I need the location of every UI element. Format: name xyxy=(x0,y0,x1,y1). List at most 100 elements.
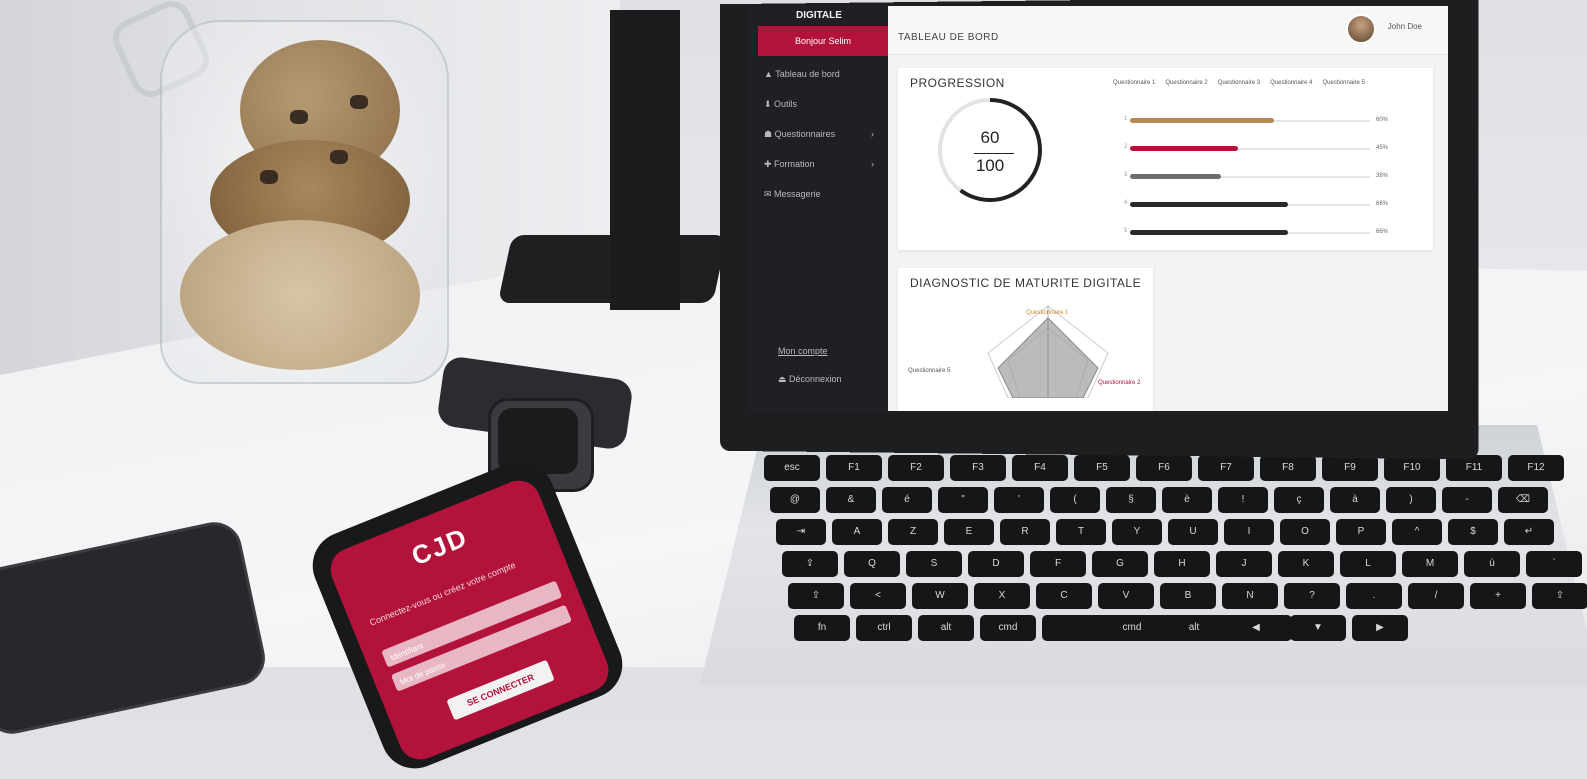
logout-link[interactable]: ⏏ Déconnexion xyxy=(778,374,842,385)
progress-bar-fill xyxy=(1130,118,1274,123)
keyboard-key: F1 xyxy=(826,455,882,481)
phone-login-button[interactable]: SE CONNECTER xyxy=(446,659,555,721)
progression-card: PROGRESSION 60 100 Questionnaire 1 Questi… xyxy=(898,68,1433,250)
sidebar-item[interactable]: ⬇ Outils xyxy=(764,94,874,114)
bar-index: 4 xyxy=(1124,200,1128,206)
keyboard-key: esc xyxy=(764,455,820,481)
progress-bar-track xyxy=(1130,146,1370,151)
phone-username-placeholder: Identifiant xyxy=(388,641,425,663)
app-topbar: TABLEAU DE BORD John Doe xyxy=(888,6,1448,55)
keyboard-key: à xyxy=(1330,487,1380,513)
keyboard-key: ` xyxy=(1526,551,1582,577)
chocolate-chip xyxy=(330,150,348,164)
keyboard-key: P xyxy=(1336,519,1386,545)
legend-entry: Questionnaire 1 xyxy=(1113,80,1156,86)
chocolate-chip xyxy=(350,95,368,109)
progress-ring: 60 100 xyxy=(938,98,1042,202)
keyboard-key: alt xyxy=(1166,615,1222,641)
keyboard-key: ) xyxy=(1386,487,1436,513)
keyboard-key: F xyxy=(1030,551,1086,577)
message-icon: ✉ xyxy=(764,189,775,199)
keyboard-key: Q xyxy=(844,551,900,577)
keyboard-key: E xyxy=(944,519,994,545)
bar-percent: 38% xyxy=(1376,173,1389,179)
keyboard-key: O xyxy=(1280,519,1330,545)
keyboard-key: F4 xyxy=(1012,455,1068,481)
app-sidebar: DIGITALE Bonjour Selim ▲ Tableau de bord… xyxy=(748,6,888,411)
radar-label-right: Questionnaire 2 xyxy=(1098,380,1141,386)
sidebar-item-label: Messagerie xyxy=(774,189,821,199)
keyboard-key: cmd xyxy=(980,615,1036,641)
keyboard-key: < xyxy=(850,583,906,609)
keyboard-key: L xyxy=(1340,551,1396,577)
sidebar-item[interactable]: ▲ Tableau de bord xyxy=(764,64,874,84)
user-name[interactable]: John Doe xyxy=(1388,22,1422,31)
keyboard-key: I xyxy=(1224,519,1274,545)
keyboard-key: & xyxy=(826,487,876,513)
bar-percent: 45% xyxy=(1376,145,1389,151)
keyboard-key: ç xyxy=(1274,487,1324,513)
keyboard-key: ? xyxy=(1284,583,1340,609)
progression-legend: Questionnaire 1 Questionnaire 2 Questionna… xyxy=(1113,80,1375,86)
progress-bar-fill xyxy=(1130,202,1289,207)
keyboard-key: ctrl xyxy=(856,615,912,641)
keyboard-key: N xyxy=(1222,583,1278,609)
dashboard-icon: ▲ xyxy=(764,69,776,79)
keyboard-key: ⌫ xyxy=(1498,487,1548,513)
keyboard-key: V xyxy=(1098,583,1154,609)
keyboard-key: alt xyxy=(918,615,974,641)
radar-label-top: Questionnaire 1 xyxy=(1026,310,1069,316)
bar-percent: 60% xyxy=(1376,117,1389,123)
keyboard-key: A xyxy=(832,519,882,545)
laptop-keyboard: esc F1 F2 F3 F4 F5 F6 F7 F8 F9 F10 F11 F12 @ & é " '(§ è! ç… xyxy=(752,455,1587,655)
progression-title: PROGRESSION xyxy=(910,76,1005,90)
keyboard-key: T xyxy=(1056,519,1106,545)
progress-total: 100 xyxy=(975,156,1005,175)
phone-password-placeholder: Mot de passe xyxy=(398,660,447,687)
avatar[interactable] xyxy=(1346,14,1376,44)
keyboard-key: Z xyxy=(888,519,938,545)
progress-ring-inner: 60 100 xyxy=(942,102,1038,198)
keyboard-key: U xyxy=(1168,519,1218,545)
sidebar-item[interactable]: ☗ Questionnaires › xyxy=(764,124,874,144)
progress-bar-fill xyxy=(1130,174,1222,179)
sidebar-item[interactable]: ✚ Formation › xyxy=(764,154,874,174)
keyboard-key: Y xyxy=(1112,519,1162,545)
chevron-right-icon: › xyxy=(871,159,874,169)
keyboard-key: " xyxy=(938,487,988,513)
bar-index: 2 xyxy=(1124,144,1128,150)
keyboard-key: ⇥ xyxy=(776,519,826,545)
user-icon: ☗ xyxy=(764,129,775,139)
keyboard-key: H xyxy=(1154,551,1210,577)
diagnostic-title: DIAGNOSTIC DE MATURITE DIGITALE xyxy=(910,276,1142,290)
keyboard-key: D xyxy=(968,551,1024,577)
download-icon: ⬇ xyxy=(764,99,775,109)
brand-name: DIGITALE xyxy=(796,10,842,21)
radar-label-left: Questionnaire 5 xyxy=(908,368,951,374)
my-account-link[interactable]: Mon compte xyxy=(778,346,828,356)
sidebar-item[interactable]: ✉ Messagerie xyxy=(764,184,874,204)
progress-bar-track xyxy=(1130,118,1370,123)
keyboard-key: F9 xyxy=(1322,455,1378,481)
keyboard-key: ▶ xyxy=(1352,615,1408,641)
keyboard-key: ù xyxy=(1464,551,1520,577)
keyboard-key: é xyxy=(882,487,932,513)
keyboard-key: M xyxy=(1402,551,1458,577)
sidebar-greeting[interactable]: Bonjour Selim xyxy=(758,26,888,56)
sidebar-item-label: Tableau de bord xyxy=(775,69,840,79)
keyboard-key: R xyxy=(1000,519,1050,545)
keyboard-key: ▼ xyxy=(1290,615,1346,641)
sidebar-item-label: Questionnaires xyxy=(774,129,836,139)
gift-icon: ✚ xyxy=(764,159,775,169)
keyboard-key: ^ xyxy=(1392,519,1442,545)
keyboard-key: § xyxy=(1106,487,1156,513)
laptop-screen: DIGITALE Bonjour Selim ▲ Tableau de bord… xyxy=(748,6,1448,411)
fraction-line xyxy=(974,153,1014,154)
bar-percent: 66% xyxy=(1376,201,1389,207)
progress-bar-track xyxy=(1130,174,1370,179)
keyboard-key: @ xyxy=(770,487,820,513)
progress-bar-fill xyxy=(1130,146,1238,151)
bar-index: 5 xyxy=(1124,228,1128,234)
chocolate-chip xyxy=(290,110,308,124)
progress-bar-track xyxy=(1130,230,1370,235)
